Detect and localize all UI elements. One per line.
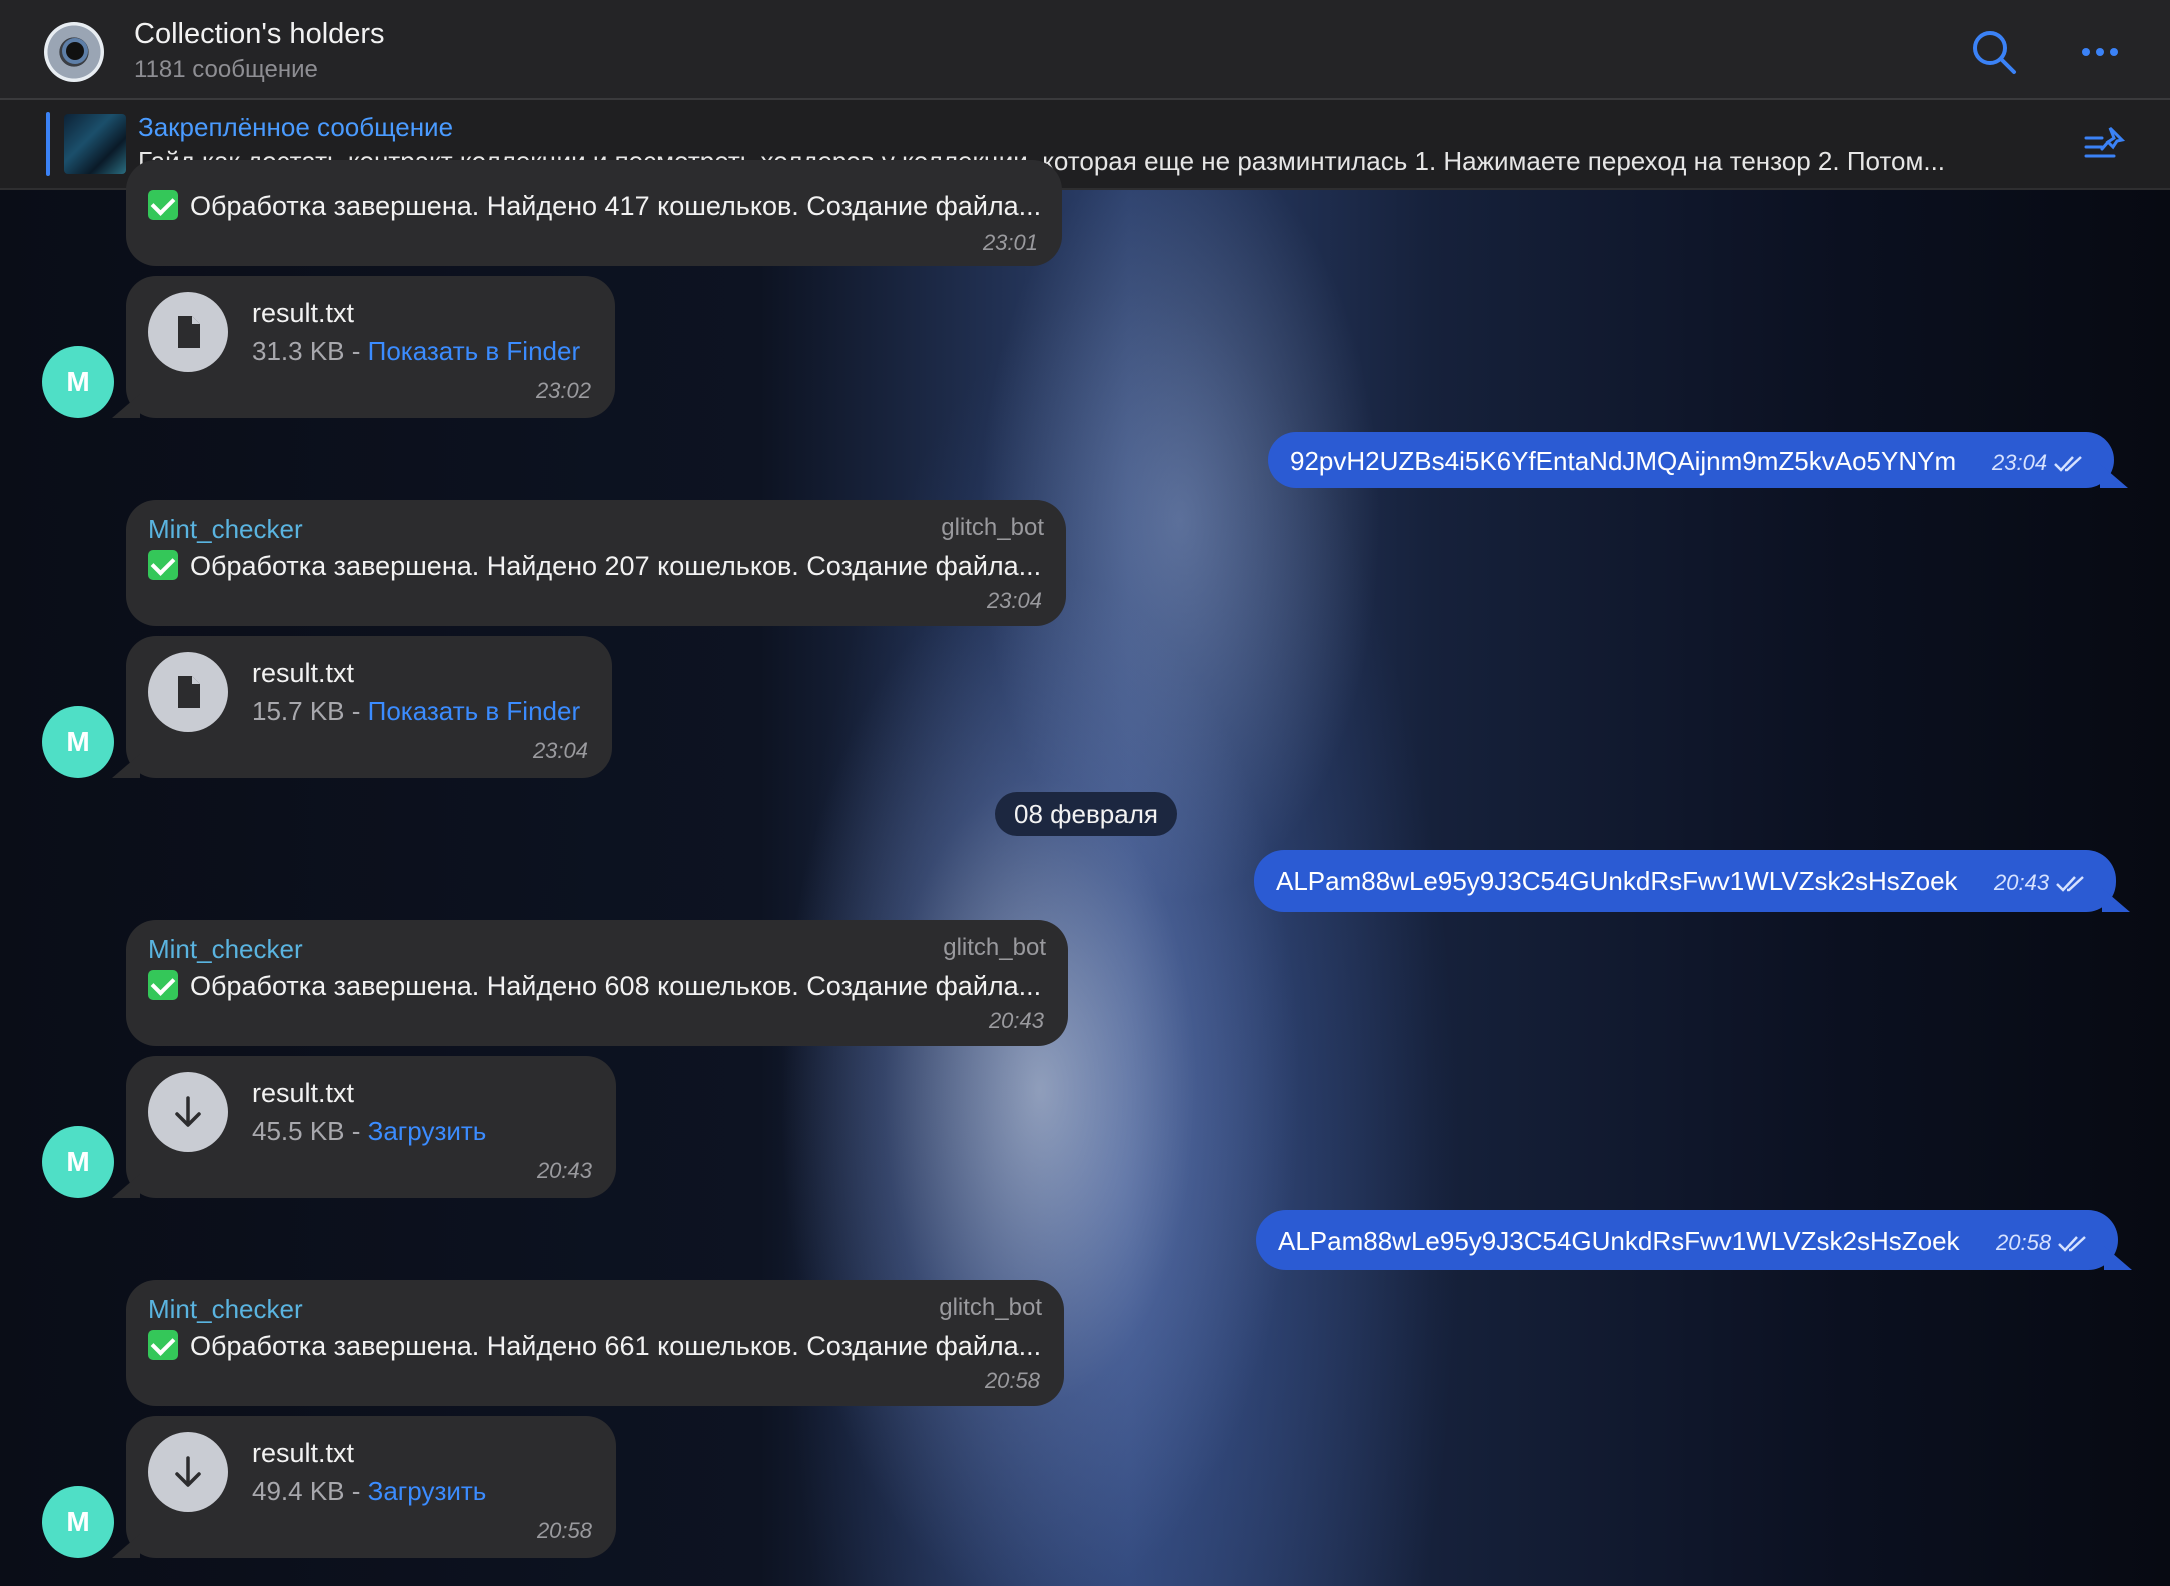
sender-name[interactable]: Mint_checker [148,934,303,965]
file-name: result.txt [252,1078,355,1108]
more-icon[interactable] [2072,24,2128,80]
pinned-indicator [46,112,50,176]
download-link[interactable]: Загрузить [368,1116,487,1146]
bot-message[interactable]: Mint_checker glitch_bot Обработка заверш… [126,920,1068,1046]
via-bot[interactable]: glitch_bot [941,514,1044,542]
message-time: 20:58 [1996,1230,2091,1256]
message-time: 20:43 [536,1158,592,1183]
file-message[interactable]: result.txt 15.7 KB - Показать в Finder 2… [112,636,612,778]
download-icon[interactable] [148,1432,228,1512]
double-check-icon [2058,1236,2087,1252]
via-bot[interactable]: glitch_bot [943,934,1046,962]
message-time: 23:04 [532,738,588,763]
double-check-icon [2056,876,2085,892]
file-message[interactable]: result.txt 45.5 KB - Загрузить 20:43 [112,1056,616,1198]
outgoing-message[interactable]: ALPam88wLe95y9J3C54GUnkdRsFwv1WLVZsk2sHs… [1254,850,2130,912]
date-separator: 08 февраля [995,792,1177,836]
search-icon[interactable] [1966,24,2022,80]
show-in-finder-link[interactable]: Показать в Finder [368,696,580,726]
sender-name[interactable]: Mint_checker [148,514,303,545]
message-text: Обработка завершена. Найдено 207 кошельк… [148,550,1041,582]
message-text: Обработка завершена. Найдено 661 кошельк… [148,1330,1041,1362]
message-time: 23:01 [982,230,1038,255]
chat-header: Collection's holders 1181 сообщение [0,0,2170,100]
file-meta: 45.5 KB - Загрузить [252,1116,487,1146]
outgoing-message[interactable]: 92pvH2UZBs4i5K6YfEntaNdJMQAijnm9mZ5kvAo5… [1268,432,2128,488]
bot-message[interactable]: Mint_checker glitch_bot Обработка заверш… [126,500,1066,626]
message-time: 23:04 [1992,450,2087,476]
check-mark-icon [148,970,178,1000]
file-name: result.txt [252,1438,355,1468]
message-time: 23:04 [986,588,1042,613]
file-icon[interactable] [148,652,228,732]
pinned-list-icon[interactable] [2080,122,2128,170]
avatar[interactable]: M [42,706,114,778]
message-time: 23:02 [535,378,591,403]
message-text: Обработка завершена. Найдено 417 кошельк… [148,190,1041,222]
download-icon[interactable] [148,1072,228,1152]
file-meta: 15.7 KB - Показать в Finder [252,696,581,726]
file-meta: 49.4 KB - Загрузить [252,1476,487,1506]
message-time: 20:43 [988,1008,1044,1033]
avatar[interactable]: M [42,346,114,418]
file-message[interactable]: result.txt 49.4 KB - Загрузить 20:58 [112,1416,616,1558]
bot-message[interactable]: Mint_checker glitch_bot Обработка заверш… [126,1280,1064,1406]
file-icon[interactable] [148,292,228,372]
outgoing-message[interactable]: ALPam88wLe95y9J3C54GUnkdRsFwv1WLVZsk2sHs… [1256,1210,2132,1270]
double-check-icon [2054,456,2083,472]
chat-avatar-eye-icon[interactable] [44,22,104,82]
avatar[interactable]: M [42,1486,114,1558]
pinned-title: Закреплённое сообщение [138,112,454,142]
file-message[interactable]: result.txt 31.3 KB - Показать в Finder 2… [112,276,615,418]
message-text: ALPam88wLe95y9J3C54GUnkdRsFwv1WLVZsk2sHs… [1278,1226,1960,1256]
download-link[interactable]: Загрузить [368,1476,487,1506]
show-in-finder-link[interactable]: Показать в Finder [368,336,580,366]
check-mark-icon [148,1330,178,1360]
bot-message[interactable]: Обработка завершена. Найдено 417 кошельк… [126,160,1062,266]
pinned-thumbnail [64,114,126,174]
check-mark-icon [148,190,178,220]
message-time: 20:58 [536,1518,592,1543]
message-time: 20:58 [984,1368,1040,1393]
sender-name[interactable]: Mint_checker [148,1294,303,1325]
message-text: ALPam88wLe95y9J3C54GUnkdRsFwv1WLVZsk2sHs… [1276,866,1958,896]
via-bot[interactable]: glitch_bot [939,1294,1042,1322]
message-count: 1181 сообщение [134,56,318,83]
file-name: result.txt [252,658,355,688]
message-text: 92pvH2UZBs4i5K6YfEntaNdJMQAijnm9mZ5kvAo5… [1290,446,1957,476]
message-time: 20:43 [1994,870,2089,896]
file-meta: 31.3 KB - Показать в Finder [252,336,581,366]
chat-title[interactable]: Collection's holders [134,18,385,51]
message-text: Обработка завершена. Найдено 608 кошельк… [148,970,1041,1002]
avatar[interactable]: M [42,1126,114,1198]
file-name: result.txt [252,298,355,328]
check-mark-icon [148,550,178,580]
